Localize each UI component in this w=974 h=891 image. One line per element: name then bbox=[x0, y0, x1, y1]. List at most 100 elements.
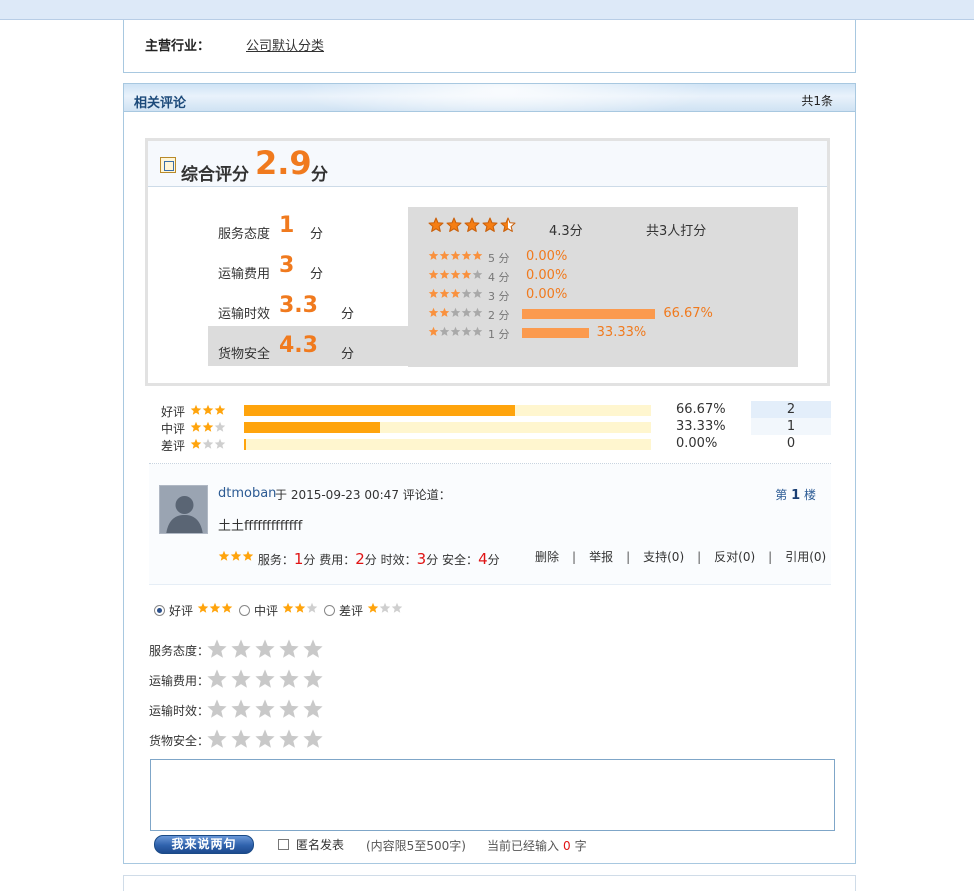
comment-stars bbox=[218, 550, 254, 567]
star-empty-icon bbox=[214, 438, 226, 449]
star-empty-icon bbox=[450, 326, 461, 336]
star-empty-icon bbox=[472, 307, 483, 317]
average-star-icon bbox=[446, 217, 462, 232]
distribution-percent: 33.33% bbox=[596, 325, 647, 340]
star-filled-icon bbox=[202, 421, 214, 432]
rate-star-icon[interactable] bbox=[302, 698, 324, 720]
comment-author[interactable]: dtmoban bbox=[218, 486, 276, 501]
star-filled-icon bbox=[242, 550, 254, 561]
quote-link[interactable]: 引用(0) bbox=[785, 550, 826, 564]
rate-star-icon[interactable] bbox=[278, 638, 300, 660]
rate-star-icon[interactable] bbox=[206, 668, 228, 690]
distribution-level: 1 分 bbox=[488, 328, 510, 341]
star-empty-icon bbox=[306, 602, 318, 613]
star-empty-icon bbox=[439, 326, 450, 336]
star-filled-icon bbox=[439, 288, 450, 298]
summary-label: 差评 bbox=[161, 439, 186, 453]
rating-option-label: 好评 bbox=[169, 604, 194, 618]
star-filled-icon bbox=[230, 550, 242, 561]
submit-comment-button[interactable]: 我来说两句 bbox=[154, 835, 254, 854]
rate-star-icon[interactable] bbox=[254, 698, 276, 720]
rate-star-icon[interactable] bbox=[254, 638, 276, 660]
star-filled-icon bbox=[190, 404, 202, 415]
fee-score: 2 bbox=[355, 550, 365, 568]
comment-input[interactable] bbox=[150, 759, 835, 831]
rate-star-icon[interactable] bbox=[278, 668, 300, 690]
rate-star-icon[interactable] bbox=[206, 638, 228, 660]
comments-panel: 相关评论 共1条 综合评分 2.9 分 服务态度 1 分运输费用 3 分运输时效 3.3 分… bbox=[123, 83, 856, 864]
rate-star-icon[interactable] bbox=[302, 668, 324, 690]
rate-star-icon[interactable] bbox=[278, 728, 300, 750]
aspect-value: 3.3 bbox=[279, 293, 318, 318]
comment-text: 土土fffffffffffff bbox=[218, 519, 303, 534]
anonymous-checkbox[interactable] bbox=[278, 839, 289, 850]
anonymous-option[interactable]: 匿名发表 bbox=[278, 836, 344, 853]
rate-star-icon[interactable] bbox=[302, 638, 324, 660]
average-stars bbox=[428, 217, 518, 233]
rating-option-1[interactable]: 中评 bbox=[239, 602, 318, 619]
distribution-level: 2 分 bbox=[488, 309, 510, 322]
rate-star-icon[interactable] bbox=[254, 728, 276, 750]
user-silhouette-icon bbox=[160, 486, 207, 533]
star-filled-icon bbox=[428, 288, 439, 298]
star-filled-icon bbox=[428, 250, 439, 260]
aspect-label: 运输时效 bbox=[218, 307, 271, 322]
distribution-level: 4 分 bbox=[488, 271, 510, 284]
aspect-unit: 分 bbox=[341, 347, 355, 362]
rate-stars[interactable] bbox=[206, 728, 326, 750]
top-bar bbox=[0, 0, 974, 20]
comment-actions: 删除 | 举报 | 支持(0) | 反对(0) | 引用(0) bbox=[535, 550, 827, 564]
rater-count: 共3人打分 bbox=[646, 224, 707, 239]
distribution-row: 1 分 33.33% bbox=[428, 325, 798, 341]
support-link[interactable]: 支持(0) bbox=[643, 550, 684, 564]
rate-star-icon[interactable] bbox=[278, 698, 300, 720]
star-filled-icon bbox=[197, 602, 209, 613]
rating-icon bbox=[160, 157, 176, 173]
star-filled-icon bbox=[472, 250, 483, 260]
rate-star-icon[interactable] bbox=[230, 728, 252, 750]
rate-stars[interactable] bbox=[206, 698, 326, 720]
input-char-count: 当前已经输入 0 字 bbox=[487, 839, 587, 853]
rate-star-icon[interactable] bbox=[230, 698, 252, 720]
distribution-percent: 0.00% bbox=[526, 249, 568, 264]
rate-stars[interactable] bbox=[206, 638, 326, 660]
radio-button[interactable] bbox=[324, 605, 336, 616]
star-filled-icon bbox=[439, 307, 450, 317]
rate-star-icon[interactable] bbox=[230, 668, 252, 690]
star-filled-icon bbox=[450, 250, 461, 260]
rate-star-icon[interactable] bbox=[302, 728, 324, 750]
aspect-label: 货物安全 bbox=[218, 347, 271, 362]
rating-option-0[interactable]: 好评 bbox=[154, 602, 233, 619]
rate-star-icon[interactable] bbox=[230, 638, 252, 660]
rate-stars[interactable] bbox=[206, 668, 326, 690]
rate-star-icon[interactable] bbox=[206, 698, 228, 720]
overall-unit: 分 bbox=[311, 165, 328, 185]
star-filled-icon bbox=[221, 602, 233, 613]
rate-star-icon[interactable] bbox=[206, 728, 228, 750]
industry-link[interactable]: 公司默认分类 bbox=[246, 35, 324, 54]
aspect-label: 服务态度 bbox=[218, 227, 271, 242]
star-filled-icon bbox=[294, 602, 306, 613]
comment-meta: 于 2015-09-23 00:47 评论道： bbox=[275, 488, 451, 502]
length-limit-note: (内容限5至500字) bbox=[366, 839, 466, 853]
star-filled-icon bbox=[461, 269, 472, 279]
rate-star-icon[interactable] bbox=[254, 668, 276, 690]
oppose-link[interactable]: 反对(0) bbox=[714, 550, 755, 564]
rate-row-label: 运输费用： bbox=[149, 674, 210, 688]
summary-row: 差评 0.00% 0 bbox=[161, 435, 831, 453]
report-link[interactable]: 举报 bbox=[589, 550, 613, 564]
radio-button[interactable] bbox=[154, 605, 165, 616]
star-filled-icon bbox=[428, 269, 439, 279]
distribution-level: 3 分 bbox=[488, 290, 510, 303]
distribution-stars bbox=[428, 288, 483, 302]
summary-bar bbox=[244, 422, 380, 433]
star-filled-icon bbox=[428, 307, 439, 317]
star-empty-icon bbox=[472, 326, 483, 336]
star-filled-icon bbox=[450, 269, 461, 279]
rating-option-2[interactable]: 差评 bbox=[324, 602, 403, 619]
radio-button[interactable] bbox=[239, 605, 251, 616]
delete-link[interactable]: 删除 bbox=[535, 550, 559, 564]
star-empty-icon bbox=[472, 269, 483, 279]
summary-label: 中评 bbox=[161, 422, 186, 436]
distribution-stars bbox=[428, 250, 483, 264]
